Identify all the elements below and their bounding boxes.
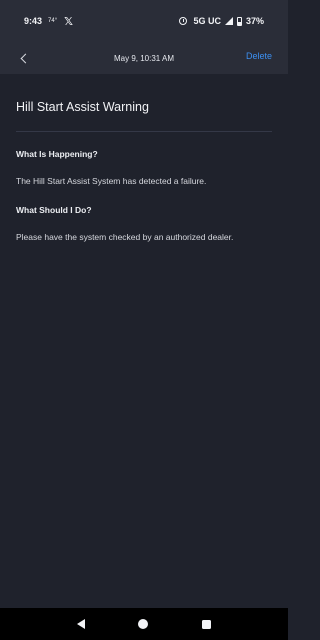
app-header: May 9, 10:31 AM Delete — [0, 42, 288, 74]
nav-back-icon[interactable] — [76, 619, 85, 629]
message-title: Hill Start Assist Warning — [16, 100, 149, 114]
screen: 9:43 74° 𝕏 5G UC 37% May 9, 10:31 AM Del… — [0, 0, 288, 640]
back-button[interactable] — [14, 48, 34, 68]
network-label: 5G UC — [193, 16, 221, 26]
nav-recents-icon[interactable] — [202, 619, 212, 629]
header-date: May 9, 10:31 AM — [113, 53, 175, 63]
section-body-what-is-happening: The Hill Start Assist System has detecte… — [16, 176, 207, 186]
battery-icon — [236, 16, 242, 26]
alarm-icon — [179, 17, 188, 25]
status-temperature: 74° — [48, 18, 58, 24]
divider — [16, 131, 272, 132]
section-heading-what-is-happening: What Is Happening? — [16, 149, 98, 159]
section-body-what-should-i-do: Please have the system checked by an aut… — [16, 232, 234, 242]
signal-icon — [224, 17, 233, 25]
system-nav-bar — [0, 608, 288, 640]
chevron-left-icon — [20, 53, 31, 63]
status-left: 9:43 74° 𝕏 — [24, 15, 73, 28]
battery-percent: 37% — [245, 16, 264, 26]
delete-button[interactable]: Delete — [246, 51, 272, 61]
section-heading-what-should-i-do: What Should I Do? — [16, 205, 92, 215]
nav-home-icon[interactable] — [138, 619, 149, 629]
status-time: 9:43 — [24, 16, 43, 26]
status-right: 5G UC 37% — [179, 16, 264, 26]
x-app-icon: 𝕏 — [64, 15, 73, 28]
message-content: Hill Start Assist Warning What Is Happen… — [16, 74, 272, 243]
status-bar: 9:43 74° 𝕏 5G UC 37% — [0, 0, 288, 42]
